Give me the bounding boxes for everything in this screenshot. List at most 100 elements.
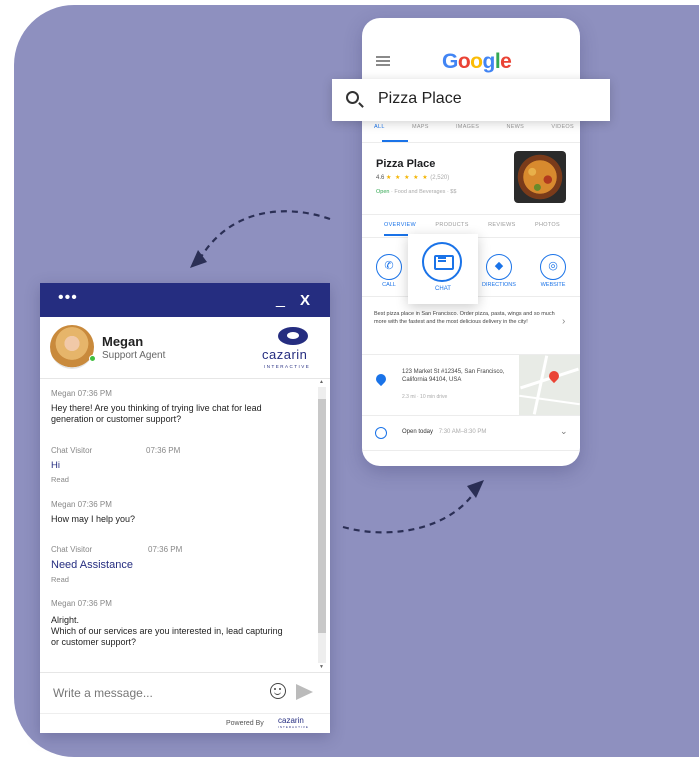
arrow-to-phone	[342, 489, 477, 534]
arrow-head-to-chat	[190, 250, 207, 268]
globe-icon: ◎	[548, 260, 558, 272]
tab-products[interactable]: PRODUCTS	[435, 222, 468, 228]
divider	[362, 214, 580, 215]
divider	[362, 142, 580, 143]
directions-label: DIRECTIONS	[482, 282, 516, 288]
open-status: Open	[376, 189, 390, 195]
map-road	[519, 394, 580, 406]
search-tabs: ALL MAPS IMAGES NEWS VIDEOS	[374, 124, 574, 130]
google-logo-letter: g	[482, 50, 496, 73]
avatar	[50, 325, 94, 369]
message-meta: Megan 07:36 PM	[51, 500, 112, 509]
brand-tagline: INTERACTIVE	[264, 364, 311, 369]
search-bar[interactable]: Pizza Place	[332, 79, 610, 121]
message-sender: Chat Visitor	[51, 545, 93, 554]
directions-button[interactable]: ◆	[486, 254, 512, 280]
message-time: 07:36 PM	[148, 545, 183, 554]
google-logo-letter: o	[470, 50, 483, 73]
scrollbar[interactable]	[318, 387, 326, 663]
message-text: Alright. Which of our services are you i…	[51, 615, 283, 647]
place-name[interactable]: Pizza Place	[376, 158, 435, 170]
scroll-up-icon[interactable]: ▲	[319, 379, 324, 385]
chat-icon[interactable]	[422, 242, 462, 282]
arrow-to-chat	[197, 210, 331, 263]
call-label: CALL	[382, 282, 396, 288]
tab-maps[interactable]: MAPS	[412, 124, 429, 130]
place-type: · Food and Beverages · $$	[391, 189, 457, 195]
visitor-message: Hi	[51, 460, 60, 471]
clock-icon	[375, 427, 387, 439]
chevron-right-icon[interactable]: ›	[562, 316, 565, 327]
read-receipt: Read	[51, 575, 69, 584]
tab-images[interactable]: IMAGES	[456, 124, 479, 130]
phone-header: Google	[362, 18, 580, 76]
location-pin-icon	[373, 371, 389, 387]
message-text: How may I help you?	[51, 514, 136, 524]
message-input[interactable]: Write a message...	[53, 686, 153, 700]
scrollbar-thumb[interactable]	[318, 399, 326, 633]
place-description: Best pizza place in San Francisco. Order…	[374, 311, 555, 325]
google-logo: Google	[442, 50, 512, 74]
google-logo-letter: G	[442, 50, 458, 73]
message-text: Hey there! Are you thinking of trying li…	[51, 403, 262, 424]
chat-label: CHAT	[435, 286, 451, 292]
visitor-message: Need Assistance	[51, 559, 133, 571]
tab-news[interactable]: NEWS	[506, 124, 524, 130]
place-status: Open · Food and Beverages · $$	[376, 189, 456, 195]
tab-all[interactable]: ALL	[374, 124, 385, 130]
place-address[interactable]: 123 Market St #12345, San Francisco, Cal…	[402, 368, 520, 384]
rating-value: 4.6	[376, 175, 385, 181]
divider	[362, 415, 580, 416]
map-thumbnail[interactable]	[519, 355, 580, 415]
opening-hours[interactable]: Open today 7:30 AM–8:30 PM	[402, 429, 486, 435]
place-tabs: OVERVIEW PRODUCTS REVIEWS PHOTOS	[384, 222, 560, 228]
call-button[interactable]: ✆	[376, 254, 402, 280]
footer-logo[interactable]: cazarin	[278, 716, 304, 725]
directions-icon: ◆	[494, 260, 504, 272]
place-rating: 4.6 ★ ★ ★ ★ ★ (2,520)	[376, 174, 449, 181]
map-pin-icon	[546, 368, 562, 384]
search-icon[interactable]	[346, 91, 359, 104]
place-distance: 2.3 mi · 10 min drive	[402, 394, 448, 400]
message-list[interactable]: Megan 07:36 PM Hey there! Are you thinki…	[40, 379, 330, 671]
footer-logo-tagline: INTERACTIVE	[278, 725, 309, 729]
search-input[interactable]: Pizza Place	[378, 90, 462, 108]
online-status-icon	[89, 355, 96, 362]
more-options-icon[interactable]: •••	[58, 289, 78, 307]
tab-reviews[interactable]: REVIEWS	[488, 222, 515, 228]
agent-role: Support Agent	[102, 350, 166, 361]
message-composer: Write a message...	[40, 672, 330, 712]
message-sender: Chat Visitor	[51, 446, 93, 455]
chevron-down-icon[interactable]: ⌄	[560, 426, 568, 437]
chat-widget: ••• _ X Megan Support Agent cazarin INTE…	[40, 283, 330, 733]
emoji-icon[interactable]	[270, 683, 286, 699]
google-logo-letter: e	[500, 50, 512, 73]
agent-name: Megan	[102, 334, 144, 349]
read-receipt: Read	[51, 475, 69, 484]
rating-stars: ★ ★ ★ ★ ★	[386, 175, 429, 181]
brand-name: cazarin	[262, 347, 308, 362]
close-button[interactable]: X	[300, 292, 310, 309]
arrow-head-to-phone	[467, 480, 484, 498]
chat-action-highlight[interactable]: CHAT	[408, 234, 478, 304]
hours-time: 7:30 AM–8:30 PM	[438, 429, 487, 435]
pizza-photo[interactable]	[514, 151, 566, 203]
tab-videos[interactable]: VIDEOS	[551, 124, 574, 130]
message-meta: Megan 07:36 PM	[51, 389, 112, 398]
divider	[362, 450, 580, 451]
send-icon[interactable]	[296, 684, 313, 700]
minimize-button[interactable]: _	[276, 291, 285, 309]
cazarin-logo-icon	[278, 327, 308, 345]
phone-icon: ✆	[384, 260, 394, 272]
google-logo-letter: o	[457, 50, 471, 73]
hamburger-menu-icon[interactable]	[376, 56, 390, 66]
message-meta: Megan 07:36 PM	[51, 599, 112, 608]
message-time: 07:36 PM	[146, 446, 181, 455]
powered-by-label: Powered By	[226, 720, 264, 727]
tab-photos[interactable]: PHOTOS	[535, 222, 560, 228]
chat-footer: Powered By cazarin INTERACTIVE	[40, 713, 330, 733]
scroll-down-icon[interactable]: ▼	[319, 664, 324, 670]
tab-overview[interactable]: OVERVIEW	[384, 222, 416, 228]
website-button[interactable]: ◎	[540, 254, 566, 280]
review-count: (2,520)	[430, 175, 450, 181]
